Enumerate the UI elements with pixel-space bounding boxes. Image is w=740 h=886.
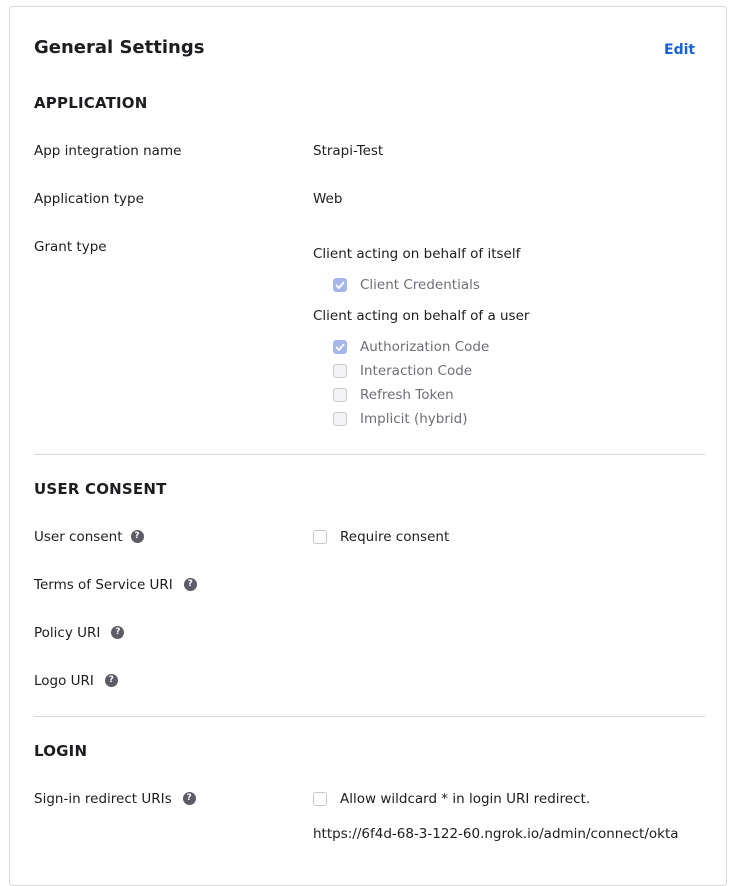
- grant-label: Interaction Code: [360, 363, 473, 379]
- grant-label: Implicit (hybrid): [360, 411, 468, 427]
- allow-wildcard-label: Allow wildcard * in login URI redirect.: [340, 791, 591, 807]
- checkbox-unchecked-icon[interactable]: [313, 530, 327, 544]
- policy-uri-label: Policy URI?: [34, 625, 125, 641]
- grant-implicit-hybrid[interactable]: Implicit (hybrid): [333, 411, 467, 427]
- checkbox-unchecked-icon[interactable]: [333, 364, 347, 378]
- signin-redirect-label: Sign-in redirect URIs?: [34, 791, 196, 807]
- grant-label: Authorization Code: [360, 339, 490, 355]
- logo-uri-text: Logo URI: [34, 673, 94, 689]
- checkbox-unchecked-icon[interactable]: [333, 388, 347, 402]
- app-type-value: Web: [313, 191, 343, 207]
- grant-itself-heading: Client acting on behalf of itself: [313, 246, 521, 262]
- section-title-application: APPLICATION: [34, 94, 148, 112]
- general-settings-card: General Settings Edit APPLICATION App in…: [9, 6, 727, 886]
- grant-refresh-token[interactable]: Refresh Token: [333, 387, 454, 403]
- edit-button[interactable]: Edit: [664, 42, 695, 58]
- help-icon[interactable]: ?: [111, 625, 125, 639]
- app-type-label: Application type: [34, 191, 144, 207]
- grant-type-label: Grant type: [34, 239, 107, 255]
- help-icon[interactable]: ?: [130, 529, 144, 543]
- tos-uri-label: Terms of Service URI?: [34, 577, 197, 593]
- app-name-label: App integration name: [34, 143, 182, 159]
- checkbox-checked-icon[interactable]: [333, 340, 347, 354]
- page-title: General Settings: [34, 37, 205, 58]
- section-title-user-consent: USER CONSENT: [34, 480, 167, 498]
- help-icon[interactable]: ?: [183, 577, 197, 591]
- allow-wildcard-checkbox[interactable]: Allow wildcard * in login URI redirect.: [313, 791, 590, 807]
- grant-interaction-code[interactable]: Interaction Code: [333, 363, 472, 379]
- section-divider: [34, 454, 705, 455]
- redirect-uri-value: https://6f4d-68-3-122-60.ngrok.io/admin/…: [313, 826, 679, 842]
- checkbox-checked-icon[interactable]: [333, 278, 347, 292]
- checkbox-unchecked-icon[interactable]: [333, 412, 347, 426]
- require-consent-label: Require consent: [340, 529, 450, 545]
- grant-user-heading: Client acting on behalf of a user: [313, 308, 530, 324]
- policy-uri-text: Policy URI: [34, 625, 101, 641]
- grant-client-credentials[interactable]: Client Credentials: [333, 277, 480, 293]
- section-title-login: LOGIN: [34, 742, 88, 760]
- section-divider: [34, 716, 705, 717]
- grant-label: Client Credentials: [360, 277, 480, 293]
- grant-authorization-code[interactable]: Authorization Code: [333, 339, 489, 355]
- logo-uri-label: Logo URI?: [34, 673, 118, 689]
- grant-label: Refresh Token: [360, 387, 454, 403]
- help-icon[interactable]: ?: [182, 791, 196, 805]
- app-name-value: Strapi-Test: [313, 143, 384, 159]
- checkbox-unchecked-icon[interactable]: [313, 792, 327, 806]
- tos-uri-text: Terms of Service URI: [34, 577, 173, 593]
- signin-redirect-text: Sign-in redirect URIs: [34, 791, 172, 807]
- user-consent-label: User consent?: [34, 529, 144, 545]
- user-consent-text: User consent: [34, 529, 123, 545]
- require-consent-checkbox[interactable]: Require consent: [313, 529, 449, 545]
- help-icon[interactable]: ?: [104, 673, 118, 687]
